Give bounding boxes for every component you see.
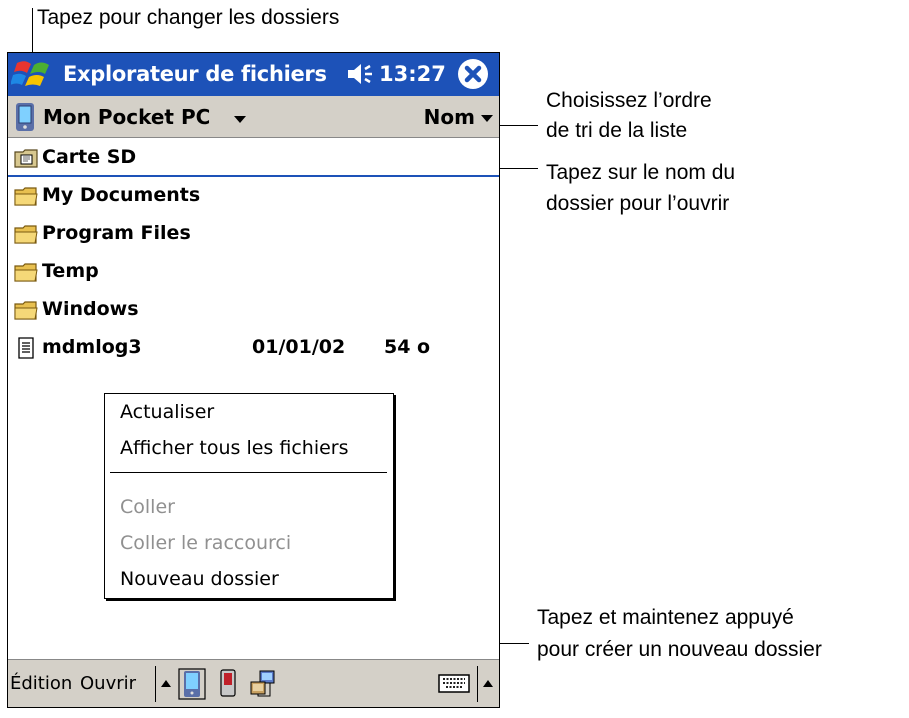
file-name: Windows (42, 298, 139, 320)
chevron-down-icon (234, 116, 246, 123)
menu-item-paste: Coller (120, 496, 175, 518)
chevron-down-icon (481, 115, 493, 122)
context-menu: Actualiser Afficher tous les fichiers Co… (104, 393, 394, 599)
title-bar: Explorateur de fichiers 13:27 (8, 53, 499, 96)
edit-menu[interactable]: Édition (10, 673, 72, 694)
pocket-pc-screen: Explorateur de fichiers 13:27 Mon Pocket… (7, 52, 500, 708)
list-item-mdmlog3[interactable]: mdmlog3 01/01/02 54 o (8, 329, 499, 367)
list-item-temp[interactable]: Temp (8, 253, 499, 291)
callout-new-folder-line1: Tapez et maintenez appuyé (537, 606, 794, 629)
callout-new-folder-line2: pour créer un nouveau dossier (537, 638, 822, 661)
windows-start-icon[interactable] (11, 57, 56, 92)
clock[interactable]: 13:27 (379, 62, 446, 86)
folder-dropdown-label: Mon Pocket PC (43, 105, 211, 129)
callout-sort-order-line2: de tri de la liste (546, 119, 688, 142)
menu-item-show-all-files[interactable]: Afficher tous les fichiers (120, 437, 349, 459)
callout-open-folder-line2: dossier pour l’ouvrir (546, 192, 730, 215)
close-icon[interactable] (456, 57, 490, 91)
pocket-pc-device-icon[interactable] (178, 668, 206, 700)
file-name: My Documents (42, 184, 201, 206)
storage-card-icon (14, 149, 38, 168)
scroll-up-button[interactable] (158, 666, 174, 702)
up-arrow-icon (161, 680, 171, 687)
file-name: mdmlog3 (42, 336, 142, 358)
file-name: Program Files (42, 222, 191, 244)
folder-icon (14, 225, 38, 244)
list-item-carte-sd[interactable]: Carte SD (8, 139, 499, 177)
document-icon (18, 337, 34, 359)
speaker-icon[interactable] (345, 60, 375, 88)
menu-item-refresh[interactable]: Actualiser (120, 401, 214, 423)
keyboard-icon[interactable] (438, 672, 470, 694)
menu-item-new-folder[interactable]: Nouveau dossier (120, 568, 279, 590)
callout-open-folder-line1: Tapez sur le nom du (546, 161, 736, 184)
folder-toolbar: Mon Pocket PC Nom (8, 96, 499, 138)
file-list[interactable]: Carte SD My Documents Program Files Temp (8, 139, 499, 367)
up-arrow-icon (483, 680, 493, 687)
sort-dropdown[interactable]: Nom (419, 96, 499, 138)
list-item-windows[interactable]: Windows (8, 291, 499, 329)
sort-dropdown-label: Nom (423, 105, 475, 129)
storage-card-icon[interactable] (218, 668, 238, 698)
window-title: Explorateur de fichiers (63, 62, 327, 86)
folder-dropdown[interactable]: Mon Pocket PC (43, 96, 253, 138)
callout-change-folder: Tapez pour changer les dossiers (37, 6, 340, 29)
list-item-my-documents[interactable]: My Documents (8, 177, 499, 215)
folder-icon (14, 301, 38, 320)
file-size: 54 o (384, 336, 431, 358)
open-menu[interactable]: Ouvrir (80, 673, 136, 694)
divider (155, 666, 156, 702)
file-name: Temp (42, 260, 99, 282)
file-date: 01/01/02 (252, 336, 346, 358)
file-name: Carte SD (42, 146, 137, 168)
pocket-pc-device-icon[interactable] (14, 102, 36, 132)
menu-divider (110, 472, 387, 473)
divider (477, 666, 478, 702)
list-item-program-files[interactable]: Program Files (8, 215, 499, 253)
menu-item-paste-shortcut: Coller le raccourci (120, 532, 292, 554)
command-bar: Édition Ouvrir (8, 659, 499, 707)
folder-icon (14, 187, 38, 206)
folder-icon (14, 263, 38, 282)
network-icon[interactable] (248, 668, 278, 698)
callout-sort-order-line1: Choisissez l’ordre (546, 89, 712, 112)
input-panel-arrow-button[interactable] (479, 666, 497, 702)
